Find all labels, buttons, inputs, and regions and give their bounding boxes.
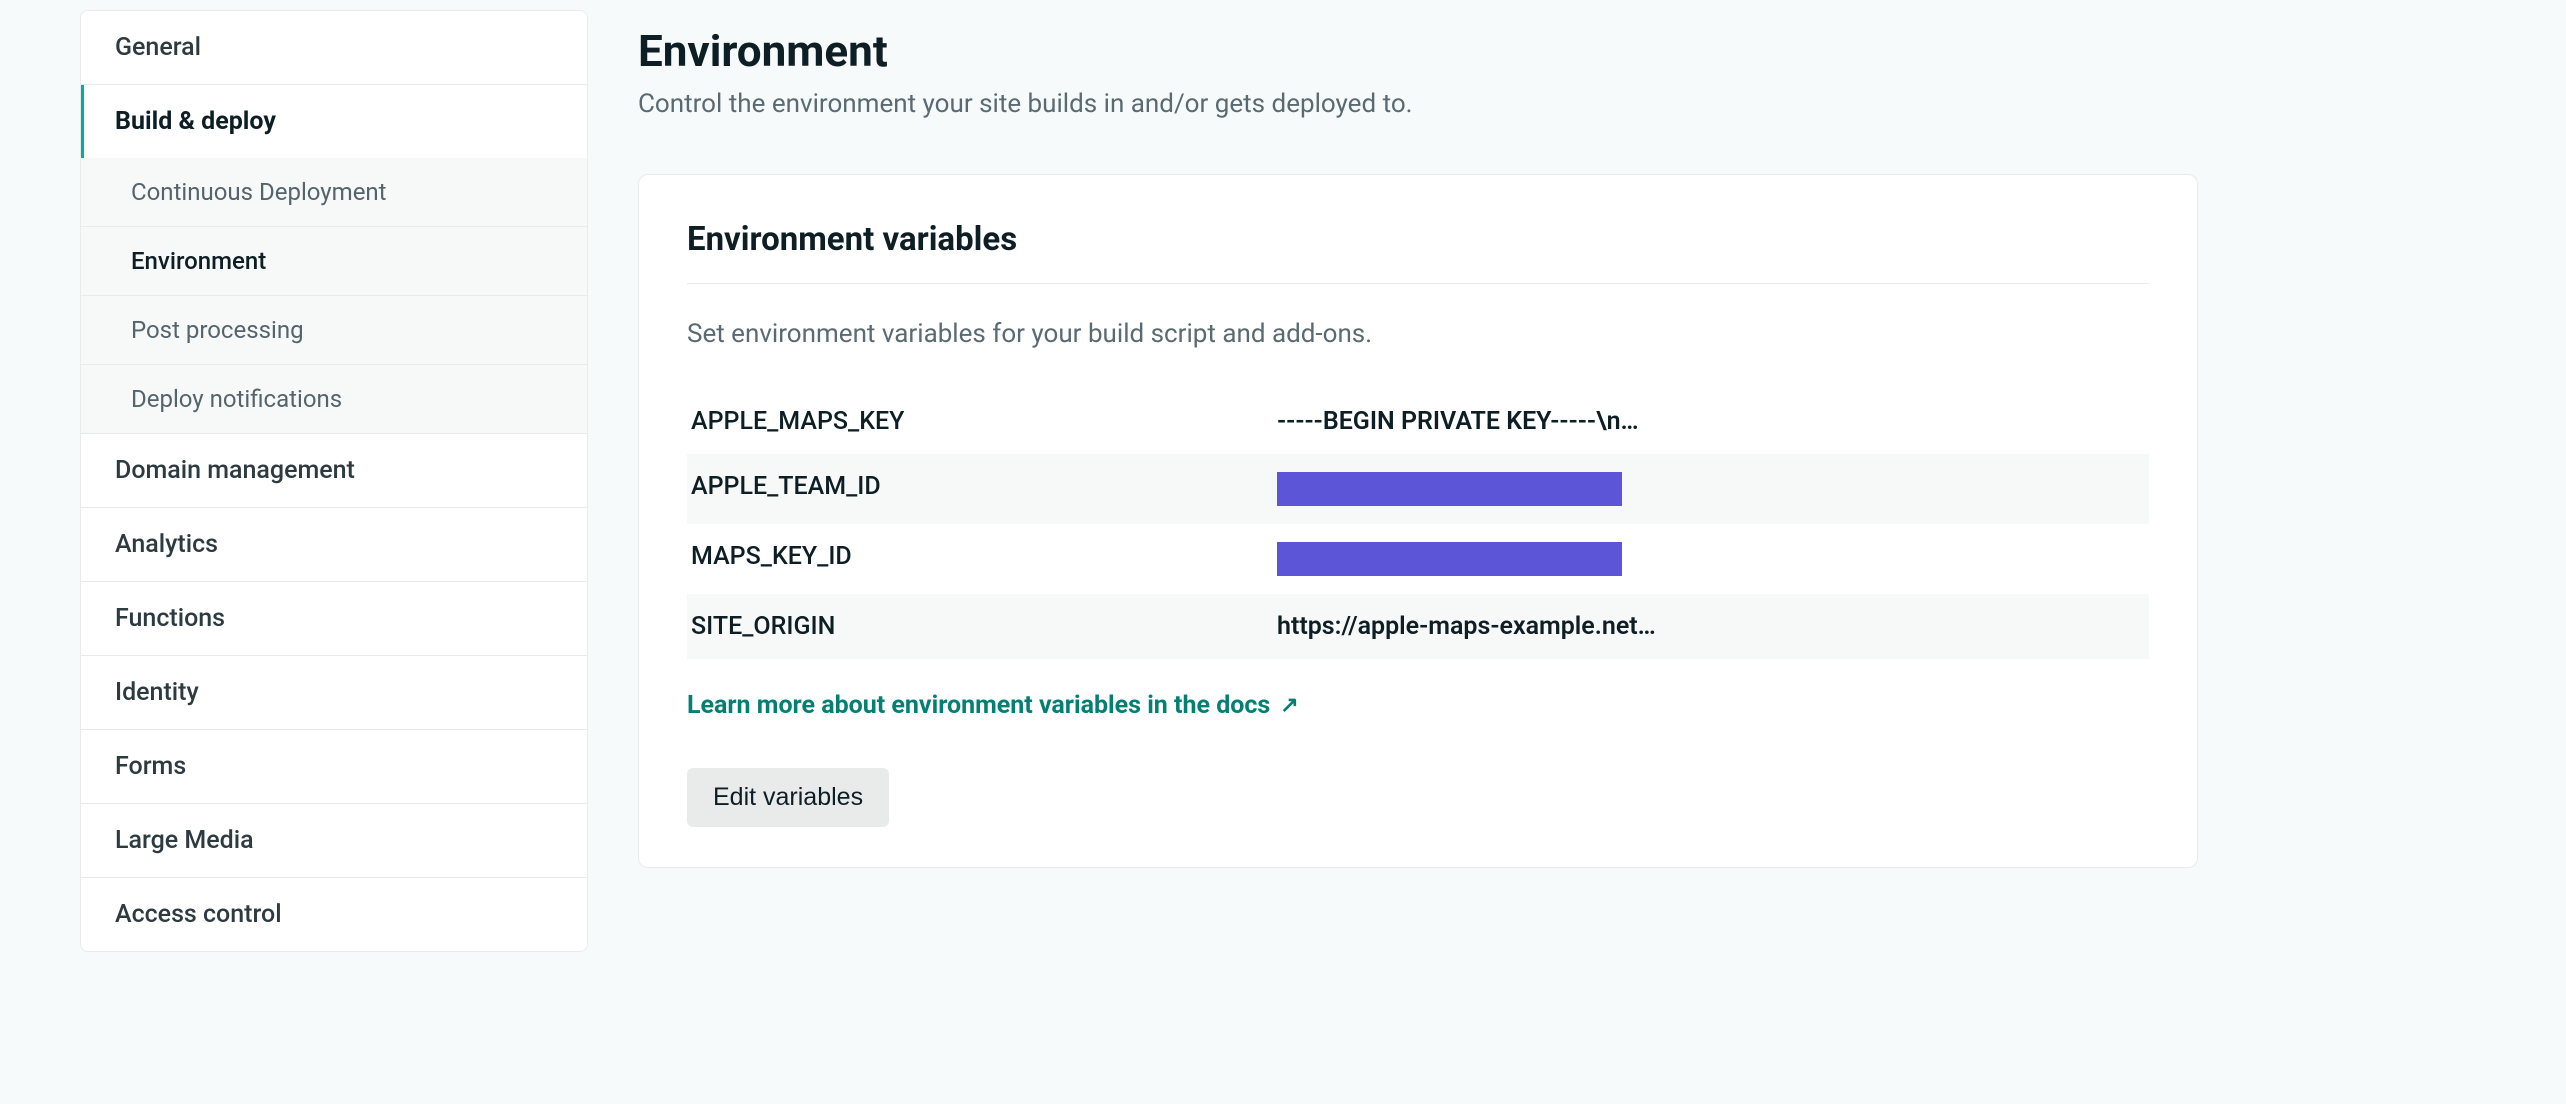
sidebar-item-identity[interactable]: Identity (81, 656, 587, 730)
env-var-key: MAPS_KEY_ID (687, 542, 1277, 576)
card-description: Set environment variables for your build… (687, 319, 2149, 349)
page-subtitle: Control the environment your site builds… (638, 89, 2198, 119)
sidebar-subgroup: Continuous Deployment Environment Post p… (81, 158, 587, 434)
sidebar-item-functions[interactable]: Functions (81, 582, 587, 656)
env-var-value: https://apple-maps-example.net… (1277, 612, 2149, 641)
sidebar-item-access-control[interactable]: Access control (81, 878, 587, 951)
sidebar-item-build-deploy[interactable]: Build & deploy (81, 85, 587, 158)
sidebar-subitem-environment[interactable]: Environment (81, 227, 587, 296)
page-title: Environment (638, 25, 2198, 77)
settings-sidebar: General Build & deploy Continuous Deploy… (80, 10, 588, 952)
redacted-bar (1277, 542, 1622, 576)
sidebar-item-large-media[interactable]: Large Media (81, 804, 587, 878)
sidebar-item-domain-management[interactable]: Domain management (81, 434, 587, 508)
sidebar-subitem-post-processing[interactable]: Post processing (81, 296, 587, 365)
env-var-value-redacted (1277, 542, 2149, 576)
env-var-value: -----BEGIN PRIVATE KEY-----\n… (1277, 407, 2149, 436)
env-vars-table: APPLE_MAPS_KEY -----BEGIN PRIVATE KEY---… (687, 389, 2149, 659)
env-var-row: SITE_ORIGIN https://apple-maps-example.n… (687, 594, 2149, 659)
env-var-value-redacted (1277, 472, 2149, 506)
sidebar-subitem-deploy-notifications[interactable]: Deploy notifications (81, 365, 587, 434)
external-link-icon: ↗ (1280, 693, 1298, 718)
env-var-key: SITE_ORIGIN (687, 612, 1277, 641)
edit-variables-button[interactable]: Edit variables (687, 768, 889, 827)
env-variables-card: Environment variables Set environment va… (638, 174, 2198, 868)
main-content: Environment Control the environment your… (638, 10, 2198, 952)
sidebar-item-general[interactable]: General (81, 11, 587, 85)
sidebar-item-analytics[interactable]: Analytics (81, 508, 587, 582)
sidebar-subitem-continuous-deployment[interactable]: Continuous Deployment (81, 158, 587, 227)
docs-link-text: Learn more about environment variables i… (687, 691, 1270, 720)
env-var-key: APPLE_TEAM_ID (687, 472, 1277, 506)
env-var-row: MAPS_KEY_ID (687, 524, 2149, 594)
card-title: Environment variables (687, 220, 2149, 284)
sidebar-item-forms[interactable]: Forms (81, 730, 587, 804)
redacted-bar (1277, 472, 1622, 506)
docs-link[interactable]: Learn more about environment variables i… (687, 691, 1299, 720)
env-var-key: APPLE_MAPS_KEY (687, 407, 1277, 436)
env-var-row: APPLE_MAPS_KEY -----BEGIN PRIVATE KEY---… (687, 389, 2149, 454)
env-var-row: APPLE_TEAM_ID (687, 454, 2149, 524)
